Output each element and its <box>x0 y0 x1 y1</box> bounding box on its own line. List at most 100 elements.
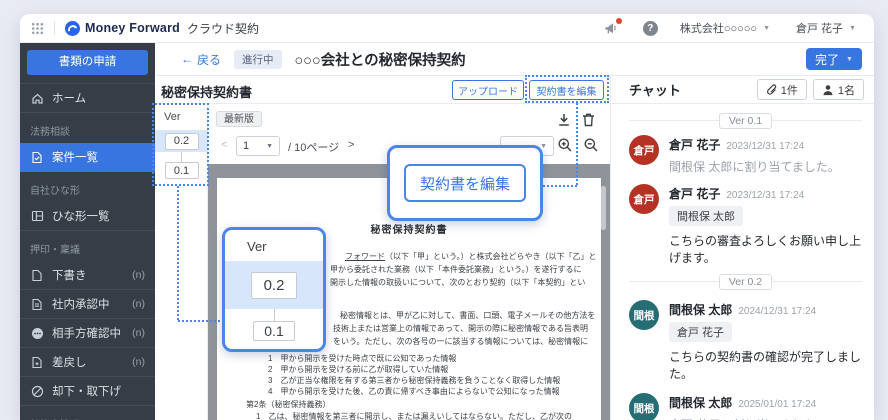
version-rail-label: Ver <box>164 111 181 123</box>
header-divider <box>54 21 55 35</box>
sidebar-item-label: ひな形一覧 <box>52 211 110 223</box>
message-time: 2024/12/31 17:24 <box>738 306 817 317</box>
members-button[interactable]: 1名 <box>812 79 864 100</box>
sidebar-item-template-list[interactable]: ひな形一覧 <box>20 202 155 231</box>
scrollbar[interactable] <box>601 186 606 230</box>
complete-button[interactable]: 完了 ▼ <box>806 48 862 70</box>
sidebar-item-counterparty[interactable]: 相手方確認中 (n) <box>20 319 155 348</box>
version-rail: Ver 0.2 0.1 <box>155 104 208 420</box>
sidebar-section-contracts: 契約書管理 <box>20 406 155 420</box>
sidebar-section-legal: 法務相談 <box>30 127 70 138</box>
file-lines-icon <box>30 297 44 311</box>
ban-icon <box>30 384 44 398</box>
ver-callout-label: Ver <box>247 239 267 254</box>
zoom-out-icon[interactable] <box>583 137 599 153</box>
contract-line: 甲から委託された業務（以下「本件委託業務」という。）を遂行するに <box>330 265 582 274</box>
version-row-selected: 0.2 <box>155 130 208 152</box>
zoom-in-icon[interactable] <box>557 137 573 153</box>
apply-document-button[interactable]: 書類の申請 <box>27 50 148 75</box>
avatar: 間根 <box>629 393 659 420</box>
sidebar-item-cases[interactable]: 案件一覧 <box>20 143 155 172</box>
chat-message: 間根 間根保 太郎 2025/01/01 17:24 倉戸 花子に割り当てました。 <box>629 393 862 420</box>
paperclip-icon <box>766 83 777 96</box>
edit-callout: 契約書を編集 <box>387 145 543 221</box>
sidebar-item-label: 却下・取下げ <box>52 386 121 398</box>
company-selector[interactable]: 株式会社○○○○○ ▼ <box>680 20 770 36</box>
file-plus-icon <box>30 355 44 369</box>
sidebar-section-templates: 自社ひな形 <box>30 186 80 197</box>
version-chip-01[interactable]: 0.1 <box>164 162 199 179</box>
page-next[interactable]: > <box>348 139 354 151</box>
notification-badge <box>615 18 622 24</box>
sidebar-item-home[interactable]: ホーム <box>20 84 155 113</box>
help-icon[interactable]: ? <box>642 20 658 36</box>
chevron-down-icon: ▼ <box>763 24 770 32</box>
members-count: 1名 <box>837 84 855 97</box>
chat-body: Ver 0.1 倉戸 倉戸 花子 2023/12/31 17:24 間根保 太郎に… <box>611 112 874 420</box>
user-menu[interactable]: 倉戸 花子 ▼ <box>796 20 856 36</box>
page-select[interactable]: 1 ▼ <box>236 136 280 156</box>
message-body: こちらの契約書の確認が完了しました。 <box>669 350 862 381</box>
edit-contract-button[interactable]: 契約書を編集 <box>529 80 604 100</box>
contract-line: 1 乙は、秘密情報を第三者に開示し、または漏えいしてはならない。ただし、乙が次の <box>256 412 573 420</box>
ver-callout-selected-band: 0.2 <box>225 261 323 309</box>
product-name: クラウド契約 <box>186 21 259 36</box>
mention-chip: 倉戸 花子 <box>669 322 733 342</box>
chat-header: チャット 1件 1名 <box>611 76 874 104</box>
file-check-icon <box>30 150 44 164</box>
contract-line: 2 甲から開示を受ける前に乙が取得していた情報 <box>268 365 449 374</box>
page-prev[interactable]: < <box>221 139 227 151</box>
trash-icon[interactable] <box>581 112 597 128</box>
chevron-down-icon: ▼ <box>849 24 856 32</box>
attachments-button[interactable]: 1件 <box>756 79 807 100</box>
message-time: 2023/12/31 17:24 <box>726 190 805 201</box>
version-divider: Ver 0.2 <box>629 273 862 290</box>
notification-icon[interactable] <box>604 18 622 35</box>
download-icon[interactable] <box>556 112 572 128</box>
app-grid-icon[interactable] <box>31 22 44 35</box>
sidebar-item-returned[interactable]: 差戻し (n) <box>20 348 155 377</box>
contract-line: 1 甲から開示を受けた時点で既に公知であった情報 <box>268 354 457 363</box>
page-total: / 10ページ <box>288 142 340 154</box>
document-panel: 秘密保持契約書 アップロード 契約書を編集 Ver 0.2 0.1 最新版 < … <box>152 75 610 420</box>
chat-message: 倉戸 倉戸 花子 2023/12/31 17:24 間根保 太郎に割り当てました。 <box>629 135 862 175</box>
chevron-down-icon: ▼ <box>846 55 853 63</box>
document-title: 秘密保持契約書 <box>161 85 253 100</box>
user-name: 倉戸 花子 <box>796 23 844 35</box>
item-count: (n) <box>132 298 145 310</box>
apply-button-container: 書類の申請 <box>20 43 155 84</box>
brand-logo-icon <box>65 20 80 36</box>
page-current: 1 <box>243 140 250 152</box>
sidebar-item-internal-approval[interactable]: 社内承認中 (n) <box>20 290 155 319</box>
contract-line: 4 甲から開示を受けた後、乙の責に帰すべき事由によらないで公知になった情報 <box>268 387 560 396</box>
avatar: 倉戸 <box>629 135 659 165</box>
contract-line: 第2条（秘密保持義務） <box>246 400 331 409</box>
message-name: 倉戸 花子 <box>669 138 721 152</box>
app-window: Money Forward クラウド契約 ? 株式会社○○○○○ ▼ 倉戸 花子 <box>20 14 874 420</box>
contract-line: 3 乙が正当な権限を有する第三者から秘密保持義務を負うことなく取得した情報 <box>268 376 561 385</box>
page-title: ○○○会社との秘密保持契約 <box>294 52 466 69</box>
main-area: ← 戻る 進行中 ○○○会社との秘密保持契約 完了 ▼ 秘密保持契約書 アップロー… <box>152 43 874 420</box>
page-header: ← 戻る 進行中 ○○○会社との秘密保持契約 完了 ▼ <box>155 43 874 76</box>
avatar: 間根 <box>629 300 659 330</box>
sidebar-section-approval: 押印・稟議 <box>30 245 80 256</box>
version-divider: Ver 0.1 <box>629 112 862 129</box>
version-chip-02[interactable]: 0.2 <box>164 132 199 150</box>
version-connector <box>181 152 182 162</box>
header-actions: ? 株式会社○○○○○ ▼ 倉戸 花子 ▼ <box>604 18 856 36</box>
status-badge: 進行中 <box>234 49 282 69</box>
complete-label: 完了 <box>815 52 840 67</box>
sidebar-item-label: 差戻し <box>52 357 87 369</box>
message-body: 倉戸 花子に割り当てました。 <box>669 416 862 420</box>
ver-callout-chip-01: 0.1 <box>253 321 295 341</box>
chevron-down-icon: ▼ <box>266 142 273 150</box>
upload-button[interactable]: アップロード <box>452 80 524 100</box>
sidebar-item-rejected[interactable]: 却下・取下げ <box>20 377 155 406</box>
template-icon <box>30 209 44 223</box>
sidebar-item-draft[interactable]: 下書き (n) <box>20 261 155 290</box>
message-name: 倉戸 花子 <box>669 187 721 201</box>
app-header: Money Forward クラウド契約 ? 株式会社○○○○○ ▼ 倉戸 花子 <box>20 14 874 43</box>
back-link[interactable]: ← 戻る <box>181 51 221 68</box>
home-icon <box>30 91 44 105</box>
sidebar-item-label: 案件一覧 <box>52 152 98 164</box>
